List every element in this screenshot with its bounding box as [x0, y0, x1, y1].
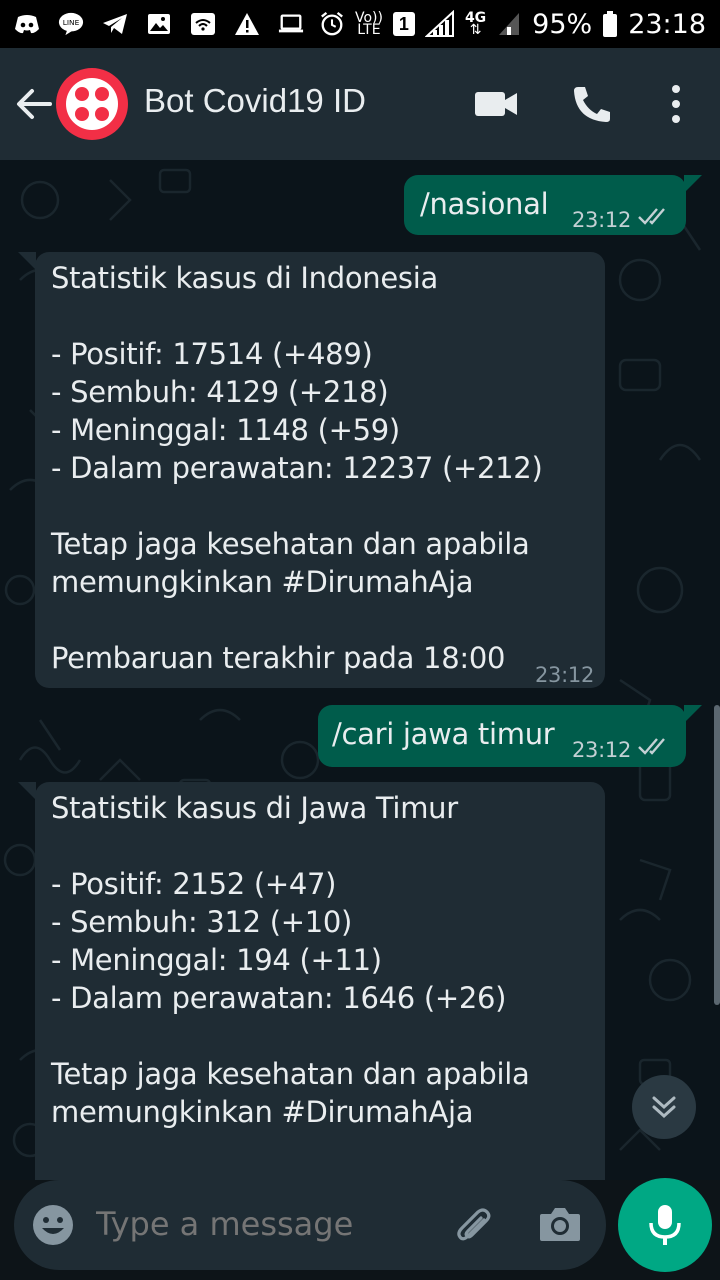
voice-call-button[interactable] — [570, 84, 614, 124]
message-time: 23:12 — [572, 208, 632, 232]
scroll-to-bottom-button[interactable] — [632, 1075, 696, 1139]
camera-button[interactable] — [538, 1204, 582, 1249]
message-text: /cari jawa timur — [332, 717, 555, 751]
status-bar: LINE Vo)) LTE 1 4G ⇅ 95% 23:18 — [0, 0, 720, 48]
arrow-left-icon — [17, 89, 52, 119]
attach-button[interactable] — [450, 1202, 494, 1251]
emoji-icon — [33, 1205, 73, 1245]
bubble-tail — [684, 705, 702, 723]
signal-icon — [424, 10, 455, 37]
double-chevron-down-icon — [652, 1096, 676, 1119]
network-type: 4G ⇅ — [465, 11, 486, 38]
menu-button[interactable] — [654, 84, 698, 124]
avatar[interactable] — [56, 68, 128, 140]
message-text: Statistik kasus di Jawa Timur - Positif:… — [51, 791, 530, 1129]
sim-indicator: 1 — [392, 12, 415, 36]
message-text: Statistik kasus di Indonesia - Positif: … — [51, 261, 543, 675]
message-input[interactable] — [96, 1205, 436, 1243]
svg-text:LINE: LINE — [63, 18, 80, 27]
line-app-icon: LINE — [58, 11, 84, 37]
bubble-tail — [684, 175, 702, 193]
paperclip-icon — [457, 1208, 491, 1241]
message-composer — [14, 1180, 606, 1270]
wifi-router-icon — [190, 11, 216, 37]
clock: 23:18 — [628, 8, 706, 40]
laptop-icon — [278, 11, 304, 37]
battery-icon — [602, 11, 618, 37]
voice-message-button[interactable] — [618, 1178, 712, 1272]
warning-icon — [234, 11, 260, 37]
video-camera-icon — [475, 92, 517, 116]
microphone-icon — [649, 1205, 681, 1245]
phone-icon — [574, 87, 610, 122]
double-check-icon — [638, 208, 665, 225]
message-time: 23:12 — [572, 738, 632, 762]
more-vertical-icon — [672, 85, 680, 123]
scrollbar[interactable] — [714, 705, 720, 1005]
camera-icon — [540, 1208, 580, 1241]
gallery-icon — [146, 11, 172, 37]
data-arrows-icon: ⇅ — [469, 22, 482, 38]
signal-2-icon — [496, 11, 522, 37]
bubble-tail — [18, 252, 36, 270]
emoji-button[interactable] — [32, 1204, 74, 1251]
alarm-icon — [319, 11, 345, 37]
discord-icon — [14, 11, 40, 37]
message-bubble-incoming[interactable]: Statistik kasus di Indonesia - Positif: … — [35, 252, 605, 688]
chat-area[interactable]: /nasional 23:12 Statistik kasus di Indon… — [0, 160, 720, 1180]
back-button[interactable] — [14, 86, 54, 122]
message-time: 23:12 — [535, 663, 595, 687]
chat-header: Bot Covid19 ID — [0, 48, 720, 160]
message-bubble-incoming[interactable]: Statistik kasus di Jawa Timur - Positif:… — [35, 782, 605, 1180]
twilio-logo-icon — [66, 78, 118, 130]
message-bubble-outgoing[interactable]: /nasional 23:12 — [404, 175, 686, 235]
message-bubble-outgoing[interactable]: /cari jawa timur 23:12 — [318, 705, 686, 767]
contact-name[interactable]: Bot Covid19 ID — [144, 82, 366, 120]
lte-label: LTE — [357, 22, 381, 38]
telegram-icon — [102, 11, 128, 37]
bubble-tail — [18, 782, 36, 800]
volte-indicator: Vo)) LTE — [355, 11, 383, 38]
video-call-button[interactable] — [474, 84, 518, 124]
double-check-icon — [638, 738, 665, 755]
battery-percent: 95% — [532, 8, 593, 40]
message-text: /nasional — [420, 187, 549, 221]
